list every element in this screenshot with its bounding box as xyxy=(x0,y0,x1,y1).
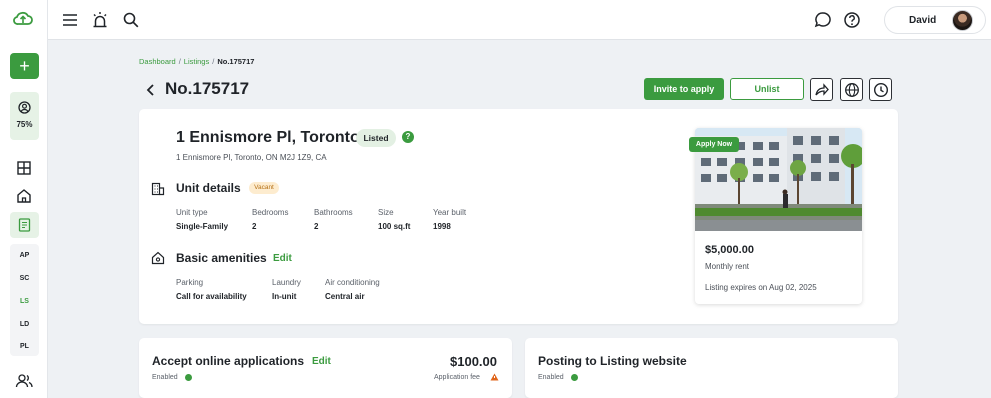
sidebar: + 75% AP SC LS LD PL xyxy=(0,0,48,398)
edit-applications-link[interactable]: Edit xyxy=(312,356,331,367)
online-applications-title: Accept online applications xyxy=(152,354,305,368)
profile-progress-value: 75% xyxy=(16,120,33,129)
share-arrow-icon xyxy=(815,83,829,96)
search-icon[interactable] xyxy=(121,10,141,30)
listing-preview-card[interactable] xyxy=(695,128,862,304)
applications-status: Enabled xyxy=(152,374,178,381)
shortcut-ld[interactable]: LD xyxy=(10,321,39,328)
home-icon[interactable] xyxy=(14,186,34,206)
section-shortcuts: AP SC LS LD PL xyxy=(10,244,39,356)
vacant-badge: Vacant xyxy=(249,182,279,194)
laundry-label: Laundry xyxy=(272,278,301,287)
property-address: 1 Ennismore Pl, Toronto, ON M2J 1Z9, CA xyxy=(176,153,327,162)
parking-label: Parking xyxy=(176,278,204,287)
size-label: Size xyxy=(378,208,394,217)
profile-progress[interactable]: 75% xyxy=(10,92,39,140)
user-menu[interactable]: David xyxy=(884,6,986,34)
clock-icon xyxy=(873,82,889,98)
bedrooms-value: 2 xyxy=(252,222,257,231)
back-chevron-icon[interactable] xyxy=(145,83,157,97)
posting-status: Enabled xyxy=(538,374,564,381)
listing-website-title: Posting to Listing website xyxy=(538,354,687,368)
help-question-icon[interactable] xyxy=(842,10,862,30)
unit-details-heading: Unit details xyxy=(176,181,241,195)
people-icon[interactable] xyxy=(14,371,34,391)
invite-to-apply-button[interactable]: Invite to apply xyxy=(644,78,724,100)
building-icon xyxy=(151,182,165,196)
listing-website-card xyxy=(525,338,898,398)
year-built-label: Year built xyxy=(433,208,467,217)
unit-type-label: Unit type xyxy=(176,208,208,217)
user-circle-icon xyxy=(18,101,31,114)
application-fee-amount: $100.00 xyxy=(450,354,497,369)
alarm-siren-icon[interactable] xyxy=(90,10,110,30)
year-built-value: 1998 xyxy=(433,222,451,231)
breadcrumb: Dashboard / Listings / No.175717 xyxy=(139,57,255,66)
basic-amenities-heading: Basic amenities xyxy=(176,251,267,265)
shortcut-ap[interactable]: AP xyxy=(10,252,39,259)
breadcrumb-listings[interactable]: Listings xyxy=(184,57,209,66)
listings-nav-active[interactable] xyxy=(10,212,39,238)
size-value: 100 sq.ft xyxy=(378,222,411,231)
edit-amenities-link[interactable]: Edit xyxy=(273,253,292,264)
laundry-value: In-unit xyxy=(272,292,297,301)
user-name: David xyxy=(909,15,937,26)
page-title: No.175717 xyxy=(165,79,250,98)
parking-value: Call for availability xyxy=(176,292,247,301)
bathrooms-value: 2 xyxy=(314,222,319,231)
shortcut-sc[interactable]: SC xyxy=(10,275,39,282)
status-help-icon[interactable]: ? xyxy=(402,131,414,143)
globe-icon xyxy=(845,83,859,97)
status-badge: Listed xyxy=(356,129,396,147)
listing-document-icon xyxy=(18,218,31,232)
monthly-rent-label: Monthly rent xyxy=(705,262,750,271)
check-circle-icon xyxy=(185,374,192,381)
add-button[interactable]: + xyxy=(10,53,39,79)
bedrooms-label: Bedrooms xyxy=(252,208,289,217)
air-conditioning-value: Central air xyxy=(325,292,365,301)
history-button[interactable] xyxy=(869,78,892,101)
chat-bubble-icon[interactable] xyxy=(813,10,833,30)
listing-expiry: Listing expires on Aug 02, 2025 xyxy=(705,283,817,292)
share-button[interactable] xyxy=(810,78,833,101)
unlist-button[interactable]: Unlist xyxy=(730,78,804,100)
property-title: 1 Ennismore Pl, Toronto xyxy=(176,129,360,146)
unit-type-value: Single-Family xyxy=(176,222,229,231)
application-fee-label: Application fee xyxy=(434,374,480,381)
apply-now-badge[interactable]: Apply Now xyxy=(689,137,739,152)
website-button[interactable] xyxy=(840,78,863,101)
monthly-rent-price: $5,000.00 xyxy=(705,244,754,256)
hamburger-menu-icon[interactable] xyxy=(60,10,80,30)
dashboard-grid-icon[interactable] xyxy=(14,158,34,178)
check-circle-icon xyxy=(571,374,578,381)
avatar xyxy=(952,10,973,31)
bathrooms-label: Bathrooms xyxy=(314,208,353,217)
shortcut-pl[interactable]: PL xyxy=(10,343,39,350)
breadcrumb-dashboard[interactable]: Dashboard xyxy=(139,57,176,66)
air-conditioning-label: Air conditioning xyxy=(325,278,380,287)
breadcrumb-current: No.175717 xyxy=(217,57,255,66)
shortcut-ls[interactable]: LS xyxy=(10,298,39,305)
home-amenities-icon xyxy=(151,251,165,265)
cloud-logo-icon[interactable] xyxy=(12,9,34,29)
warning-triangle-icon[interactable] xyxy=(490,373,499,381)
top-bar xyxy=(48,0,991,40)
